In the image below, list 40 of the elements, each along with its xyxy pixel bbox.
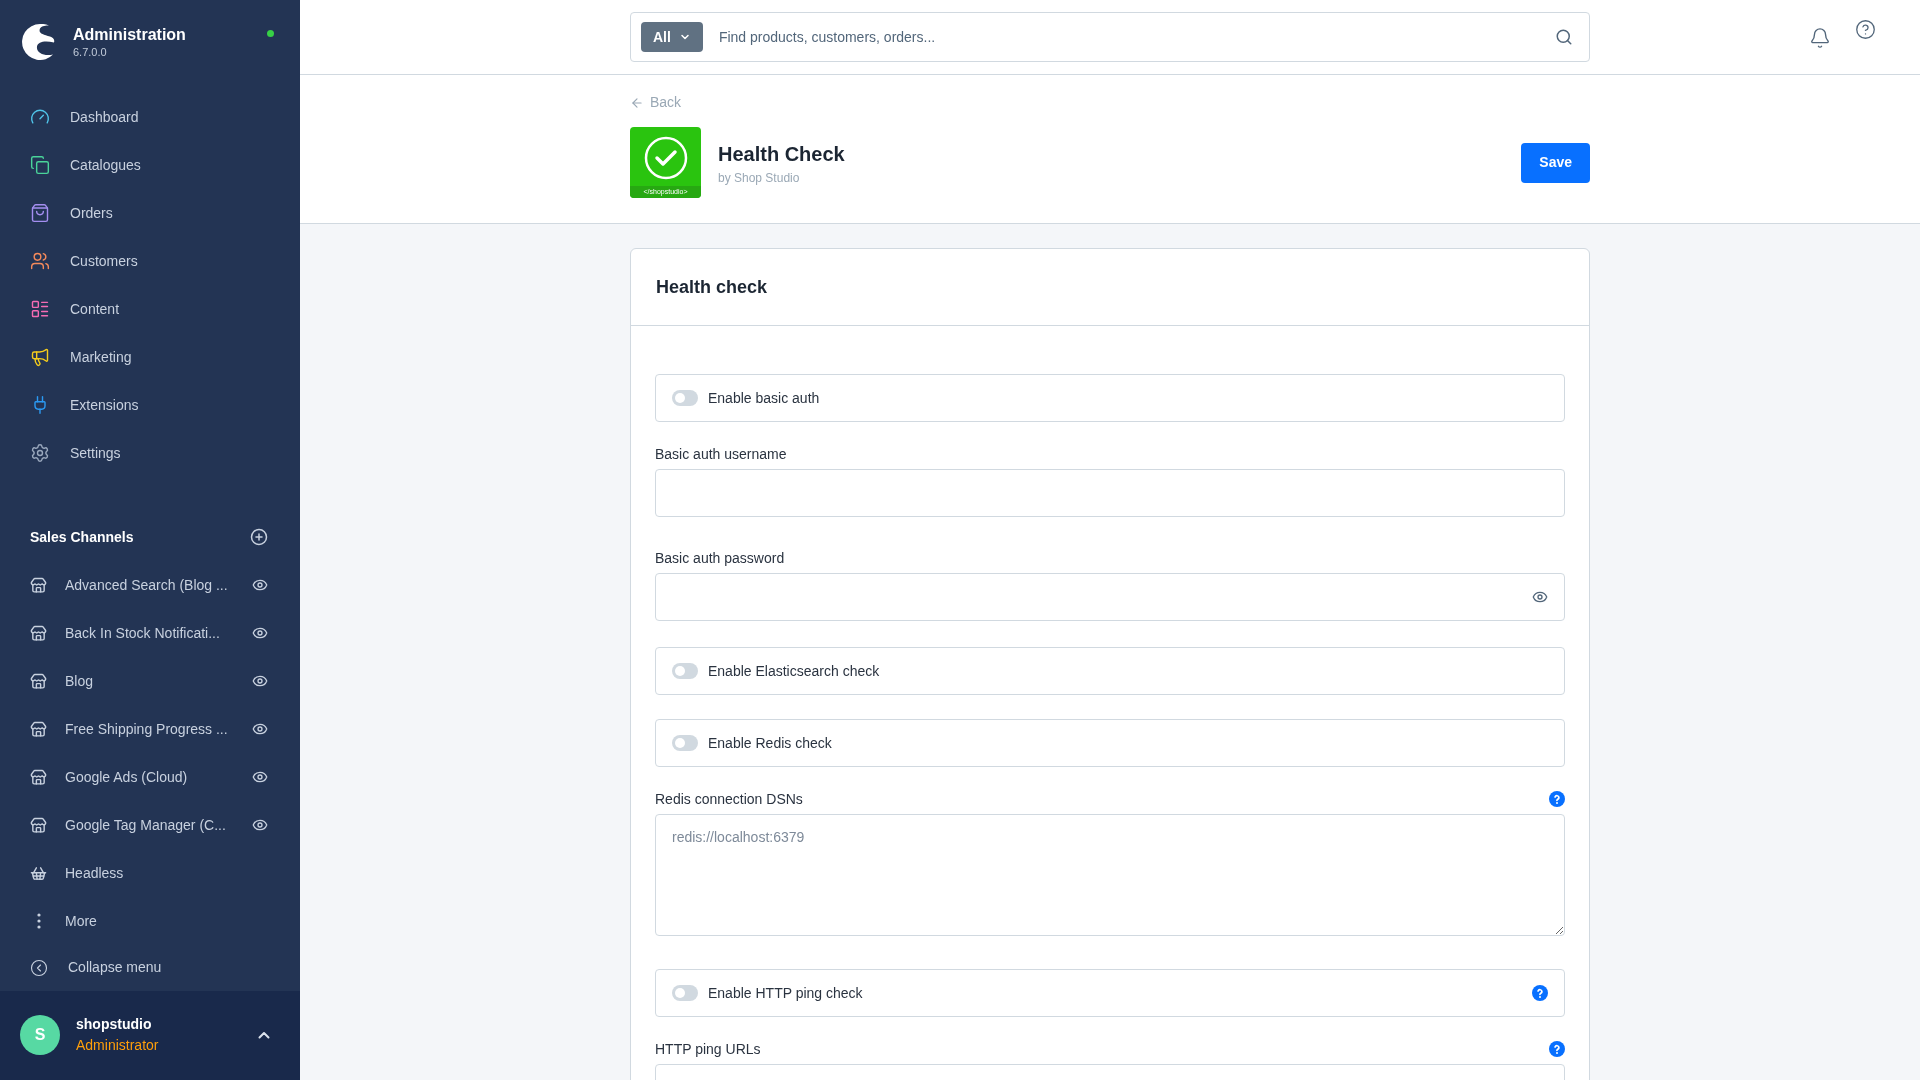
nav-item[interactable]: Catalogues [0, 141, 300, 190]
field-label: HTTP ping URLs [655, 1041, 761, 1057]
nav-item[interactable]: Dashboard [0, 93, 300, 142]
section-title: Sales Channels [30, 527, 134, 547]
toggle-label: Enable basic auth [708, 388, 821, 408]
version-label: 6.7.0.0 [73, 44, 108, 59]
save-button[interactable]: Save [1521, 142, 1590, 183]
nav-item[interactable]: Settings [0, 429, 300, 478]
field-label: Redis connection DSNs [655, 791, 803, 807]
field-label: Basic auth password [655, 550, 785, 566]
app-name: Administration [73, 24, 187, 45]
nav-item[interactable]: Orders [0, 189, 300, 238]
nav-item[interactable]: Marketing [0, 333, 300, 382]
search-bar[interactable]: All Find products, customers, orders... [630, 12, 1590, 62]
user-panel[interactable]: S shopstudio Administrator [0, 990, 300, 1080]
sales-channel-item[interactable]: Free Shipping Progress ... [0, 705, 300, 754]
user-name: shopstudio [76, 1015, 153, 1035]
search-input[interactable]: Find products, customers, orders... [718, 26, 1555, 48]
vendor-label: by Shop Studio [718, 169, 801, 187]
scope-dropdown[interactable]: All [641, 22, 703, 52]
sales-channel-item[interactable]: Headless [0, 849, 300, 898]
page-title: Health Check [718, 141, 846, 167]
sales-channel-item[interactable]: Google Ads (Cloud) [0, 753, 300, 802]
more-item[interactable]: More [0, 897, 300, 946]
collapse-menu-link[interactable]: Collapse menu [0, 945, 300, 991]
sales-channel-item[interactable]: Back In Stock Notificati... [0, 609, 300, 658]
nav-item[interactable]: Customers [0, 237, 300, 286]
nav-item[interactable]: Content [0, 285, 300, 334]
toggle-label: Enable Redis check [708, 733, 833, 753]
toggle-label: Enable HTTP ping check [708, 983, 864, 1003]
card-title: Health check [656, 275, 768, 299]
sales-channel-item[interactable]: Blog [0, 657, 300, 706]
field-label: Basic auth username [655, 446, 787, 462]
user-role: Administrator [76, 1036, 160, 1056]
avatar: S [20, 1015, 60, 1056]
sales-channel-item[interactable]: Advanced Search (Blog ... [0, 561, 300, 610]
sales-channel-item[interactable]: Google Tag Manager (C... [0, 801, 300, 850]
toggle-label: Enable Elasticsearch check [708, 661, 881, 681]
nav-item[interactable]: Extensions [0, 381, 300, 430]
textarea-field[interactable]: redis://localhost:6379 [655, 814, 1565, 936]
